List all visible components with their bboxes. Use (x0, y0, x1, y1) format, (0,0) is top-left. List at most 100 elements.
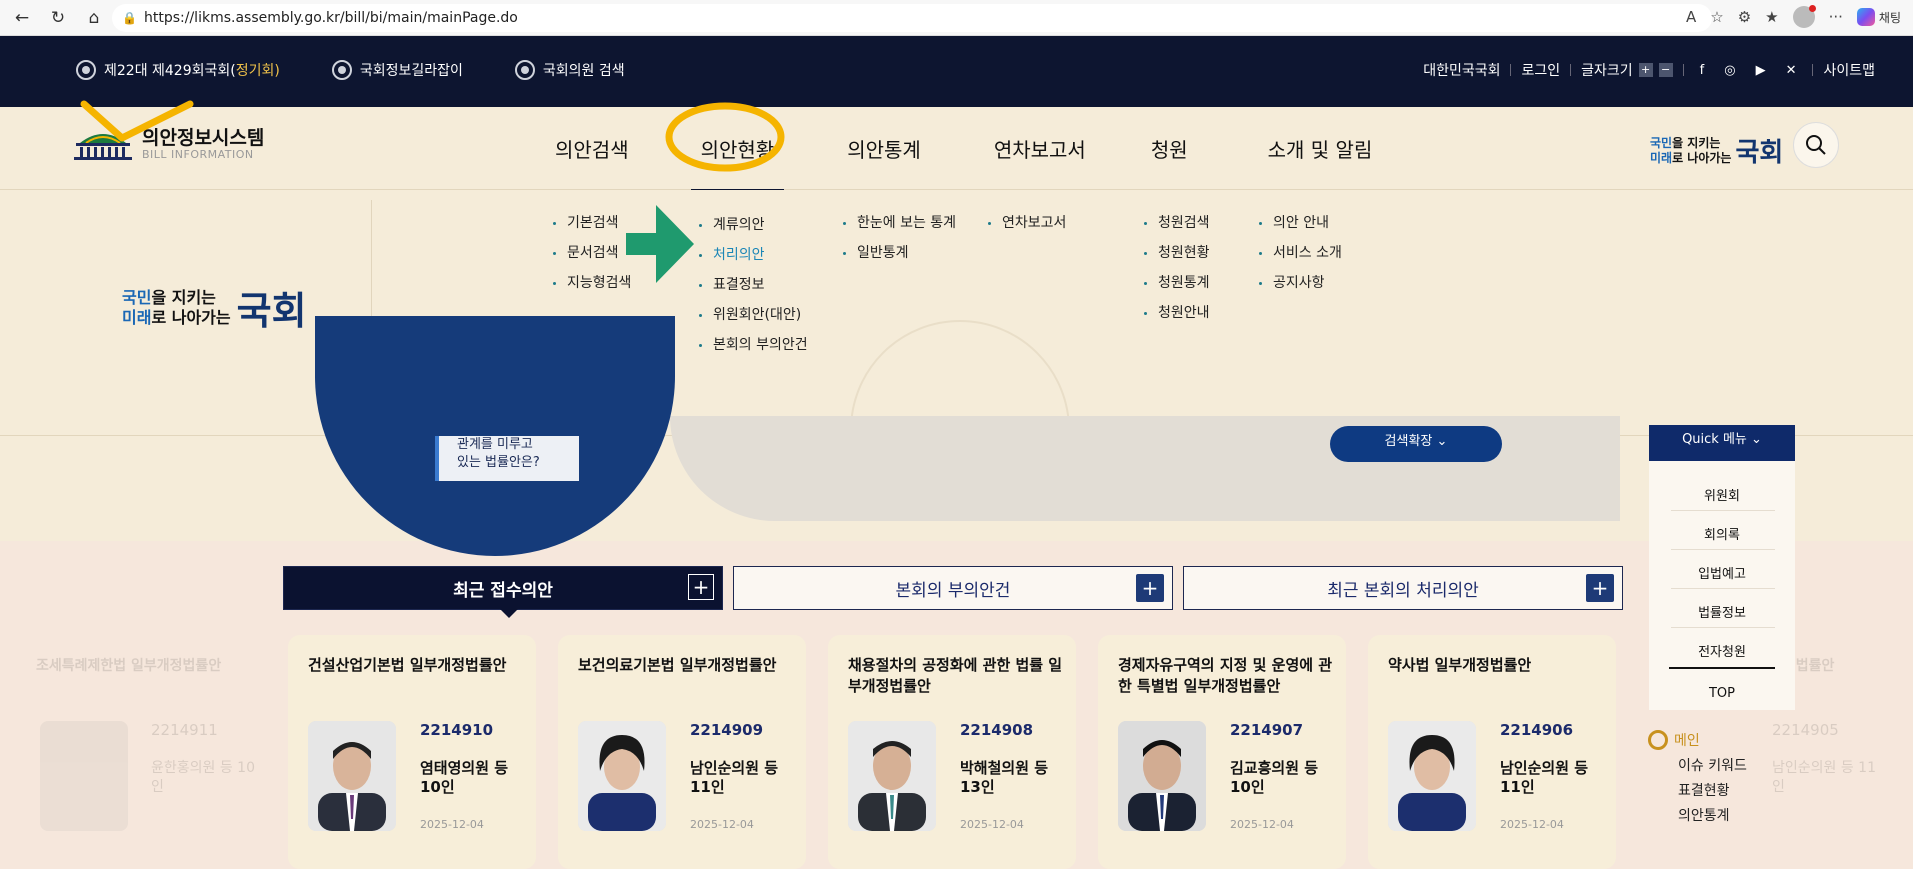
login-link[interactable]: 로그인 (1521, 60, 1560, 80)
menu-petition-guide[interactable]: 청원안내 (1144, 298, 1210, 328)
member-search-link[interactable]: 국회의원 검색 (514, 60, 625, 80)
extensions-icon[interactable]: ⚙ (1738, 8, 1751, 26)
menu-smart-search[interactable]: 지능형검색 (553, 268, 631, 298)
refresh-icon[interactable]: ↻ (44, 4, 72, 32)
plus-icon[interactable]: + (1136, 574, 1164, 602)
font-decrease-button[interactable]: − (1658, 63, 1673, 77)
menu-vote-info[interactable]: 표결정보 (699, 270, 808, 300)
guide-link[interactable]: 국회정보길라잡이 (331, 60, 463, 80)
nav-bill-status[interactable]: 의안현황 (690, 107, 784, 191)
scroll-top-button[interactable]: TOP (1649, 686, 1795, 701)
instagram-icon[interactable]: ◎ (1724, 63, 1735, 78)
menu-col-annual: 연차보고서 (988, 208, 1066, 238)
menu-basic-search[interactable]: 기본검색 (553, 208, 631, 238)
assembly-emblem-icon (514, 60, 535, 80)
ghost-bill-card: 조세특례제한법 일부개정법률안 2214911 윤한홍의원 등 10인 (36, 635, 284, 869)
main-navigation: 의안검색 의안현황 의안통계 연차보고서 청원 소개 및 알림 (555, 107, 1373, 191)
tab-recent-bills[interactable]: 최근 접수의안 + (283, 566, 723, 610)
slogan-logo-small: 국민을 지키는 미래로 나아가는 국회 (1650, 132, 1783, 169)
bill-card[interactable]: 채용절차의 공정화에 관한 법률 일부개정법률안 2214908 박해철의원 등… (828, 635, 1076, 869)
tab-label: 최근 접수의안 (453, 580, 553, 601)
nav-bill-search[interactable]: 의안검색 (555, 107, 629, 190)
bill-proposer: 남인순의원 등 11인 (690, 759, 779, 796)
profile-avatar[interactable] (1792, 5, 1816, 28)
active-tab-pointer (500, 609, 518, 618)
logo-title: 의안정보시스템 (142, 126, 265, 149)
favorites-icon[interactable]: ★ (1765, 8, 1778, 26)
quick-legislative-notice[interactable]: 입법예고 (1649, 563, 1795, 582)
copilot-icon (1856, 8, 1875, 26)
favorite-star-icon[interactable]: ☆ (1710, 8, 1723, 26)
facebook-icon[interactable]: f (1700, 63, 1705, 78)
plus-icon[interactable]: + (688, 574, 714, 600)
side-nav-vote-status[interactable]: 표결현황 (1648, 779, 1747, 804)
menu-processed-bills[interactable]: 처리의안 (699, 240, 808, 270)
side-nav-keywords[interactable]: 이슈 키워드 (1648, 754, 1747, 779)
mega-slogan-big: 국회 (236, 289, 307, 333)
menu-stats-overview[interactable]: 한눈에 보는 통계 (843, 208, 956, 238)
x-twitter-icon[interactable]: ✕ (1786, 63, 1797, 78)
site-logo[interactable]: 의안정보시스템 BILL INFORMATION (72, 127, 264, 161)
menu-general-stats[interactable]: 일반통계 (843, 238, 956, 268)
back-icon[interactable]: ← (8, 4, 36, 32)
home-icon[interactable]: ⌂ (80, 4, 108, 32)
menu-pending-bills[interactable]: 계류의안 (699, 210, 808, 240)
youtube-icon[interactable]: ▶ (1756, 63, 1766, 78)
bill-number: 2214909 (690, 721, 764, 739)
plus-icon[interactable]: + (1586, 574, 1614, 602)
bill-date: 2025-12-04 (420, 818, 484, 831)
mega-slogan-b1: 을 지키는 (151, 287, 216, 307)
browser-toolbar: ← ↻ ⌂ 🔒 https://likms.assembly.go.kr/bil… (0, 0, 1913, 36)
nav-about[interactable]: 소개 및 알림 (1268, 107, 1373, 190)
nav-bill-stats[interactable]: 의안통계 (847, 107, 921, 190)
slogan-b1: 을 지키는 (1672, 135, 1721, 150)
bill-card[interactable]: 보건의료기본법 일부개정법률안 2214909 남인순의원 등 11인 2025… (558, 635, 806, 869)
read-aloud-icon[interactable]: A (1686, 8, 1696, 26)
quick-minutes[interactable]: 회의록 (1649, 524, 1795, 543)
bill-card[interactable]: 경제자유구역의 지정 및 운영에 관한 특별법 일부개정법률안 2214907 … (1098, 635, 1346, 869)
member-search-label: 국회의원 검색 (542, 63, 625, 79)
session-info[interactable]: 제22대 제429회국회(정기회) (76, 60, 280, 80)
nav-petition[interactable]: 청원 (1151, 107, 1188, 190)
address-bar[interactable]: 🔒 https://likms.assembly.go.kr/bill/bi/m… (112, 4, 1712, 32)
bill-title: 보건의료기본법 일부개정법률안 (578, 656, 777, 674)
national-assembly-link[interactable]: 대한민국국회 (1423, 60, 1500, 80)
bill-proposer: 박해철의원 등 13인 (960, 759, 1049, 796)
tab-plenary-agenda[interactable]: 본회의 부의안건 + (733, 566, 1173, 610)
bill-date: 2025-12-04 (960, 818, 1024, 831)
quick-e-petition[interactable]: 전자청원 (1649, 641, 1795, 660)
menu-plenary-agenda[interactable]: 본회의 부의안건 (699, 330, 808, 360)
menu-service-intro[interactable]: 서비스 소개 (1259, 238, 1342, 268)
search-button[interactable] (1793, 122, 1839, 168)
menu-petition-status[interactable]: 청원현황 (1144, 238, 1210, 268)
more-icon[interactable]: ··· (1829, 8, 1843, 26)
search-expand-button[interactable]: 검색확장 ⌄ (1330, 426, 1502, 462)
menu-document-search[interactable]: 문서검색 (553, 238, 631, 268)
quick-menu-header[interactable]: Quick 메뉴 ⌄ (1649, 425, 1795, 461)
copilot-button[interactable]: 채팅 (1856, 8, 1901, 26)
nav-annual-report[interactable]: 연차보고서 (994, 107, 1086, 190)
side-nav-main[interactable]: 메인 (1648, 730, 1747, 750)
bill-date: 2025-12-04 (1500, 818, 1564, 831)
menu-annual-report[interactable]: 연차보고서 (988, 208, 1066, 238)
menu-bill-guide[interactable]: 의안 안내 (1259, 208, 1342, 238)
menu-notices[interactable]: 공지사항 (1259, 268, 1342, 298)
menu-committee-bills[interactable]: 위원회안(대안) (699, 300, 808, 330)
bill-card[interactable]: 건설산업기본법 일부개정법률안 2214910 염태영의원 등 10인 2025… (288, 635, 536, 869)
chat-label: 채팅 (1878, 10, 1901, 25)
proposer-photo (848, 721, 936, 831)
hero-question-card[interactable]: 관계를 미루고 있는 법률안은? (435, 436, 579, 481)
bill-number: 2214906 (1500, 721, 1574, 739)
tab-recent-processed[interactable]: 최근 본회의 처리의안 + (1183, 566, 1623, 610)
bill-card[interactable]: 약사법 일부개정법률안 2214906 남인순의원 등 11인 2025-12-… (1368, 635, 1616, 869)
quick-committee[interactable]: 위원회 (1649, 485, 1795, 504)
menu-petition-search[interactable]: 청원검색 (1144, 208, 1210, 238)
side-nav-bill-stats[interactable]: 의안통계 (1648, 804, 1747, 829)
sitemap-link[interactable]: 사이트맵 (1823, 60, 1875, 80)
font-increase-button[interactable]: + (1638, 63, 1653, 77)
bill-title: 경제자유구역의 지정 및 운영에 관한 특별법 일부개정법률안 (1118, 656, 1333, 695)
tab-label: 본회의 부의안건 (895, 580, 1011, 601)
menu-petition-stats[interactable]: 청원통계 (1144, 268, 1210, 298)
quick-law-info[interactable]: 법률정보 (1649, 602, 1795, 621)
url-text: https://likms.assembly.go.kr/bill/bi/mai… (144, 10, 518, 26)
